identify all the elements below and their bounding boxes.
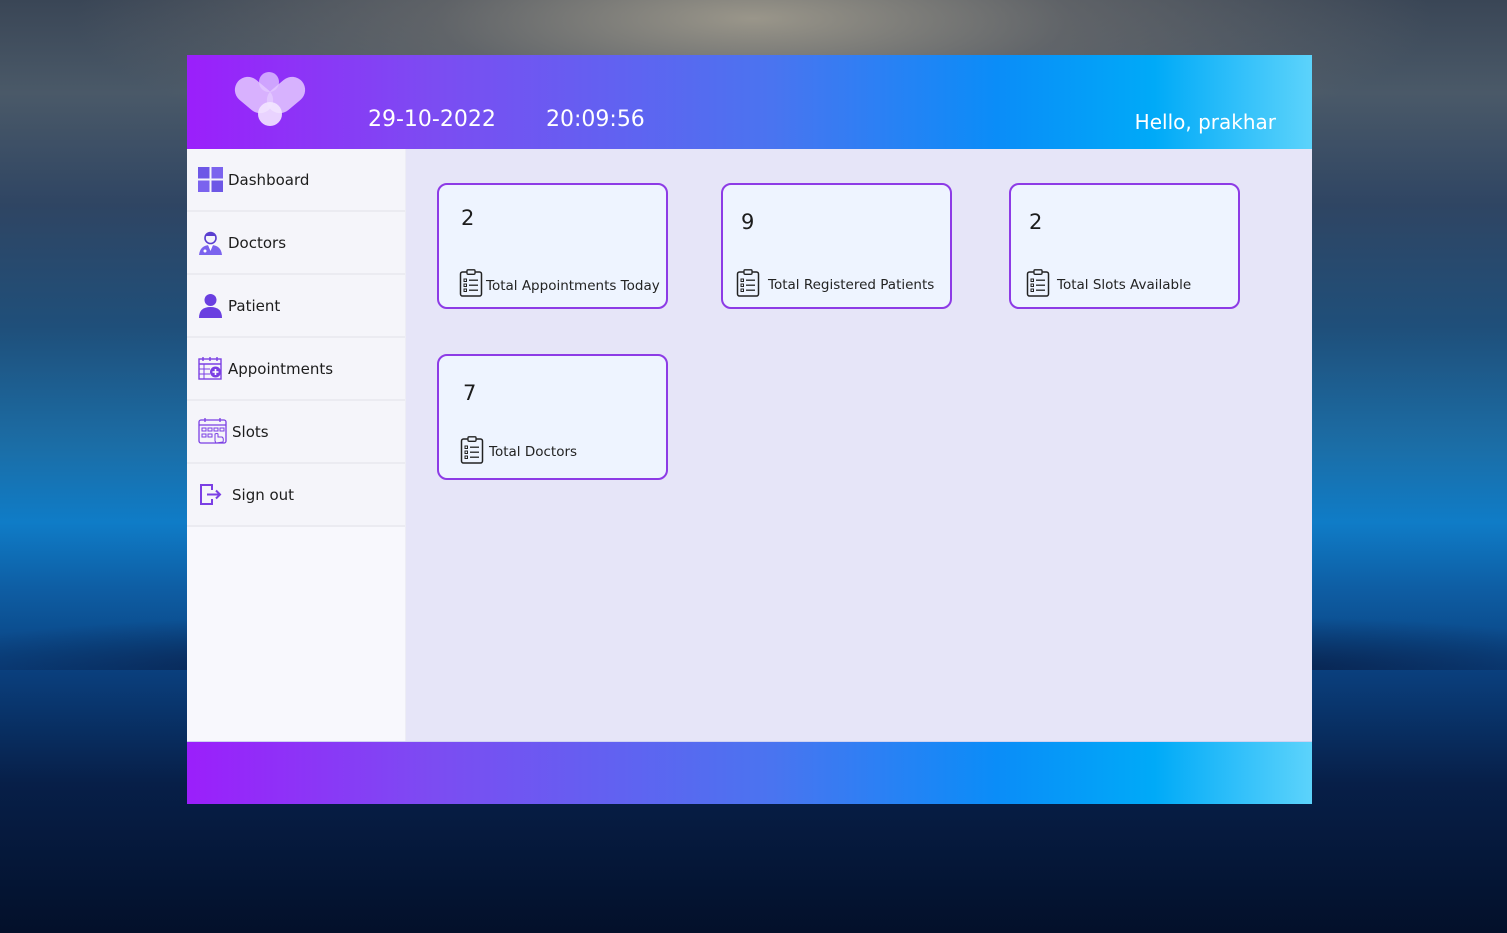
stat-value: 7 bbox=[463, 381, 477, 405]
sidebar-item-slots[interactable]: Slots bbox=[187, 401, 405, 464]
dashboard-content: 2 Total Appointments Today 9 Total Regis… bbox=[406, 149, 1312, 741]
sidebar-item-doctors[interactable]: Doctors bbox=[187, 212, 405, 275]
stat-label: Total Doctors bbox=[489, 444, 578, 460]
stat-value: 9 bbox=[741, 210, 755, 234]
doctor-icon bbox=[199, 231, 222, 255]
sidebar-item-label: Patient bbox=[228, 297, 281, 315]
sidebar-item-patient[interactable]: Patient bbox=[187, 275, 405, 338]
sign-out-icon bbox=[200, 484, 222, 505]
sidebar-item-dashboard[interactable]: Dashboard bbox=[187, 149, 405, 212]
sidebar-item-sign-out[interactable]: Sign out bbox=[187, 464, 405, 527]
stat-label: Total Appointments Today bbox=[486, 278, 660, 294]
calendar-plus-icon bbox=[198, 357, 222, 380]
sidebar: Dashboard Doctors Patient Appointments S… bbox=[187, 149, 406, 741]
stat-label: Total Registered Patients bbox=[768, 277, 935, 293]
stat-label: Total Slots Available bbox=[1057, 277, 1192, 293]
app-logo bbox=[234, 72, 306, 126]
person-icon bbox=[199, 294, 222, 318]
sidebar-item-label: Doctors bbox=[228, 234, 287, 252]
sidebar-item-label: Sign out bbox=[232, 486, 295, 504]
clipboard-list-icon bbox=[459, 269, 483, 297]
sidebar-item-label: Slots bbox=[232, 423, 269, 441]
sidebar-item-appointments[interactable]: Appointments bbox=[187, 338, 405, 401]
calendar-grid-icon bbox=[198, 418, 227, 444]
header-bar: 29-10-2022 20:09:56 Hello, prakhar bbox=[187, 55, 1312, 149]
stat-card-appointments-today[interactable]: 2 Total Appointments Today bbox=[437, 183, 668, 309]
stat-card-slots-available[interactable]: 2 Total Slots Available bbox=[1009, 183, 1240, 309]
stat-value: 2 bbox=[461, 206, 475, 230]
clipboard-list-icon bbox=[736, 269, 760, 297]
sidebar-item-label: Dashboard bbox=[228, 171, 310, 189]
current-time: 20:09:56 bbox=[546, 107, 645, 132]
stat-value: 2 bbox=[1029, 210, 1043, 234]
user-greeting: Hello, prakhar bbox=[1134, 110, 1276, 134]
current-date: 29-10-2022 bbox=[368, 107, 496, 132]
stat-card-registered-patients[interactable]: 9 Total Registered Patients bbox=[721, 183, 952, 309]
footer-bar bbox=[187, 741, 1312, 804]
clipboard-list-icon bbox=[1026, 269, 1050, 297]
dashboard-grid-icon bbox=[198, 167, 223, 192]
clipboard-list-icon bbox=[460, 436, 484, 464]
sidebar-item-label: Appointments bbox=[228, 360, 334, 378]
app-window: 29-10-2022 20:09:56 Hello, prakhar Dashb… bbox=[187, 55, 1312, 804]
stat-card-total-doctors[interactable]: 7 Total Doctors bbox=[437, 354, 668, 480]
